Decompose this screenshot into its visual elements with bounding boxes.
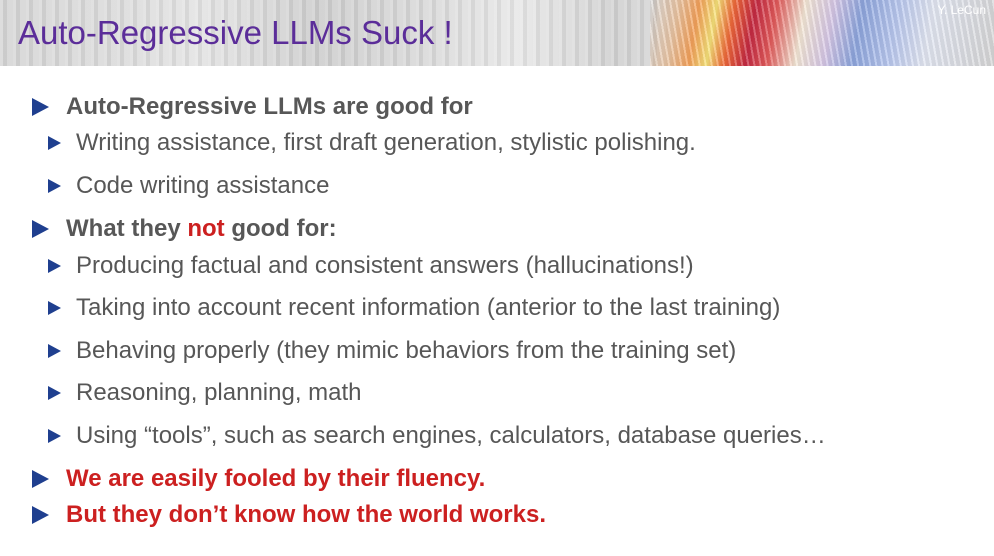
bullet-text: Code writing assistance [76,172,330,199]
slide-body: Auto-Regressive LLMs are good for Writin… [0,0,994,556]
bullet-text: Producing factual and consistent answers… [76,252,694,279]
bullet-arrow-icon [48,179,61,193]
bullet-text: Taking into account recent information (… [76,294,781,321]
heading-text-after: good for: [224,215,337,242]
bullet-text: Using “tools”, such as search engines, c… [76,422,826,449]
bullet-not-good-for-item: Taking into account recent information (… [48,293,780,323]
bullet-arrow-icon [48,301,61,315]
heading-highlight-not: not [187,215,225,242]
bullet-arrow-icon [48,386,61,400]
bullet-good-for-item: Writing assistance, first draft generati… [48,128,696,158]
bullet-not-good-for-item: Using “tools”, such as search engines, c… [48,421,826,451]
bullet-arrow-icon [32,506,49,524]
bullet-text: We are easily fooled by their fluency. [66,465,486,492]
heading-text-before: What they [66,215,188,242]
bullet-text: Writing assistance, first draft generati… [76,129,696,156]
bullet-conclusion-world: But they don’t know how the world works. [32,500,546,530]
bullet-text: But they don’t know how the world works. [66,501,546,528]
bullet-arrow-icon [48,136,61,150]
bullet-text: Behaving properly (they mimic behaviors … [76,337,737,364]
bullet-arrow-icon [48,259,61,273]
bullet-arrow-icon [32,98,49,116]
bullet-not-good-for-item: Behaving properly (they mimic behaviors … [48,336,736,366]
bullet-text: Auto-Regressive LLMs are good for [66,93,473,120]
bullet-arrow-icon [32,470,49,488]
bullet-good-for-item: Code writing assistance [48,171,329,201]
bullet-good-for-heading: Auto-Regressive LLMs are good for [32,92,473,122]
bullet-not-good-for-item: Reasoning, planning, math [48,378,362,408]
bullet-arrow-icon [48,429,61,443]
bullet-text: Reasoning, planning, math [76,379,362,406]
bullet-conclusion-fluency: We are easily fooled by their fluency. [32,464,485,494]
bullet-arrow-icon [32,220,49,238]
bullet-text: What they not good for: [66,215,337,242]
bullet-not-good-for-heading: What they not good for: [32,214,337,244]
bullet-arrow-icon [48,344,61,358]
bullet-not-good-for-item: Producing factual and consistent answers… [48,251,694,281]
